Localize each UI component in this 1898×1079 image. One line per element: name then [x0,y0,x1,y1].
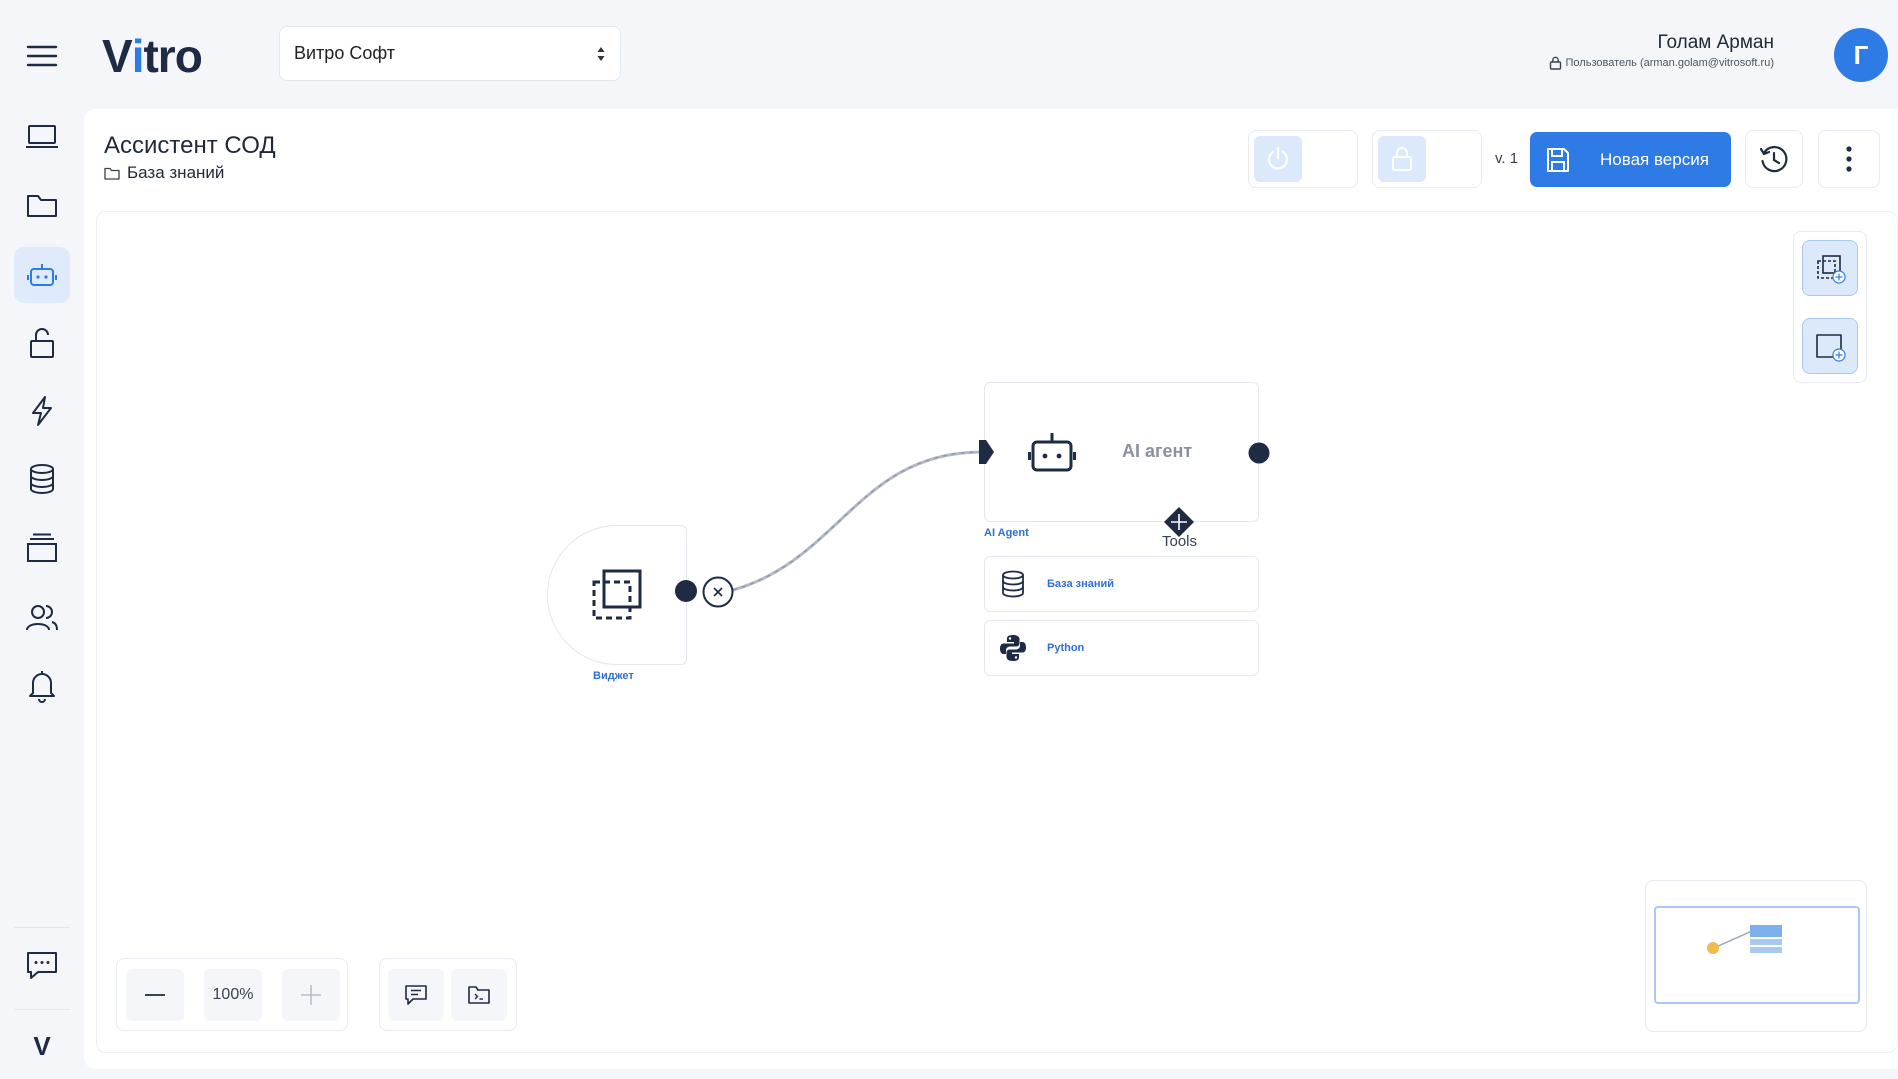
widget-node-label: Виджет [593,670,634,682]
database-icon [999,570,1027,598]
minus-icon [144,993,166,997]
delete-edge-button[interactable] [702,576,734,608]
robot-icon [1028,430,1076,474]
comment-icon [404,984,428,1006]
canvas-utilities [379,958,517,1031]
comments-button[interactable] [388,969,444,1021]
widget-node[interactable] [547,525,687,665]
widget-icon [590,568,644,622]
ai-agent-title: AI агент [1122,441,1193,461]
zoom-controls: 100% [116,958,348,1031]
folder-code-icon [467,985,491,1005]
tools-label: Tools [1162,533,1198,550]
connection-edge[interactable] [0,0,1898,1079]
minimap[interactable] [1645,880,1867,1032]
python-icon [999,634,1027,662]
zoom-in-button[interactable] [282,969,340,1021]
tool-node-python[interactable]: Python [984,620,1259,676]
zoom-out-button[interactable] [126,969,184,1021]
agent-input-handle[interactable] [977,438,997,466]
ai-agent-label: AI Agent [984,527,1029,539]
files-button[interactable] [451,969,507,1021]
zoom-level: 100% [204,969,262,1021]
agent-output-handle[interactable] [1247,441,1271,465]
plus-icon [300,984,322,1006]
tool-node-knowledge-base[interactable]: База знаний [984,556,1259,612]
widget-output-handle[interactable] [673,578,699,604]
minimap-nodes [1707,925,1782,954]
